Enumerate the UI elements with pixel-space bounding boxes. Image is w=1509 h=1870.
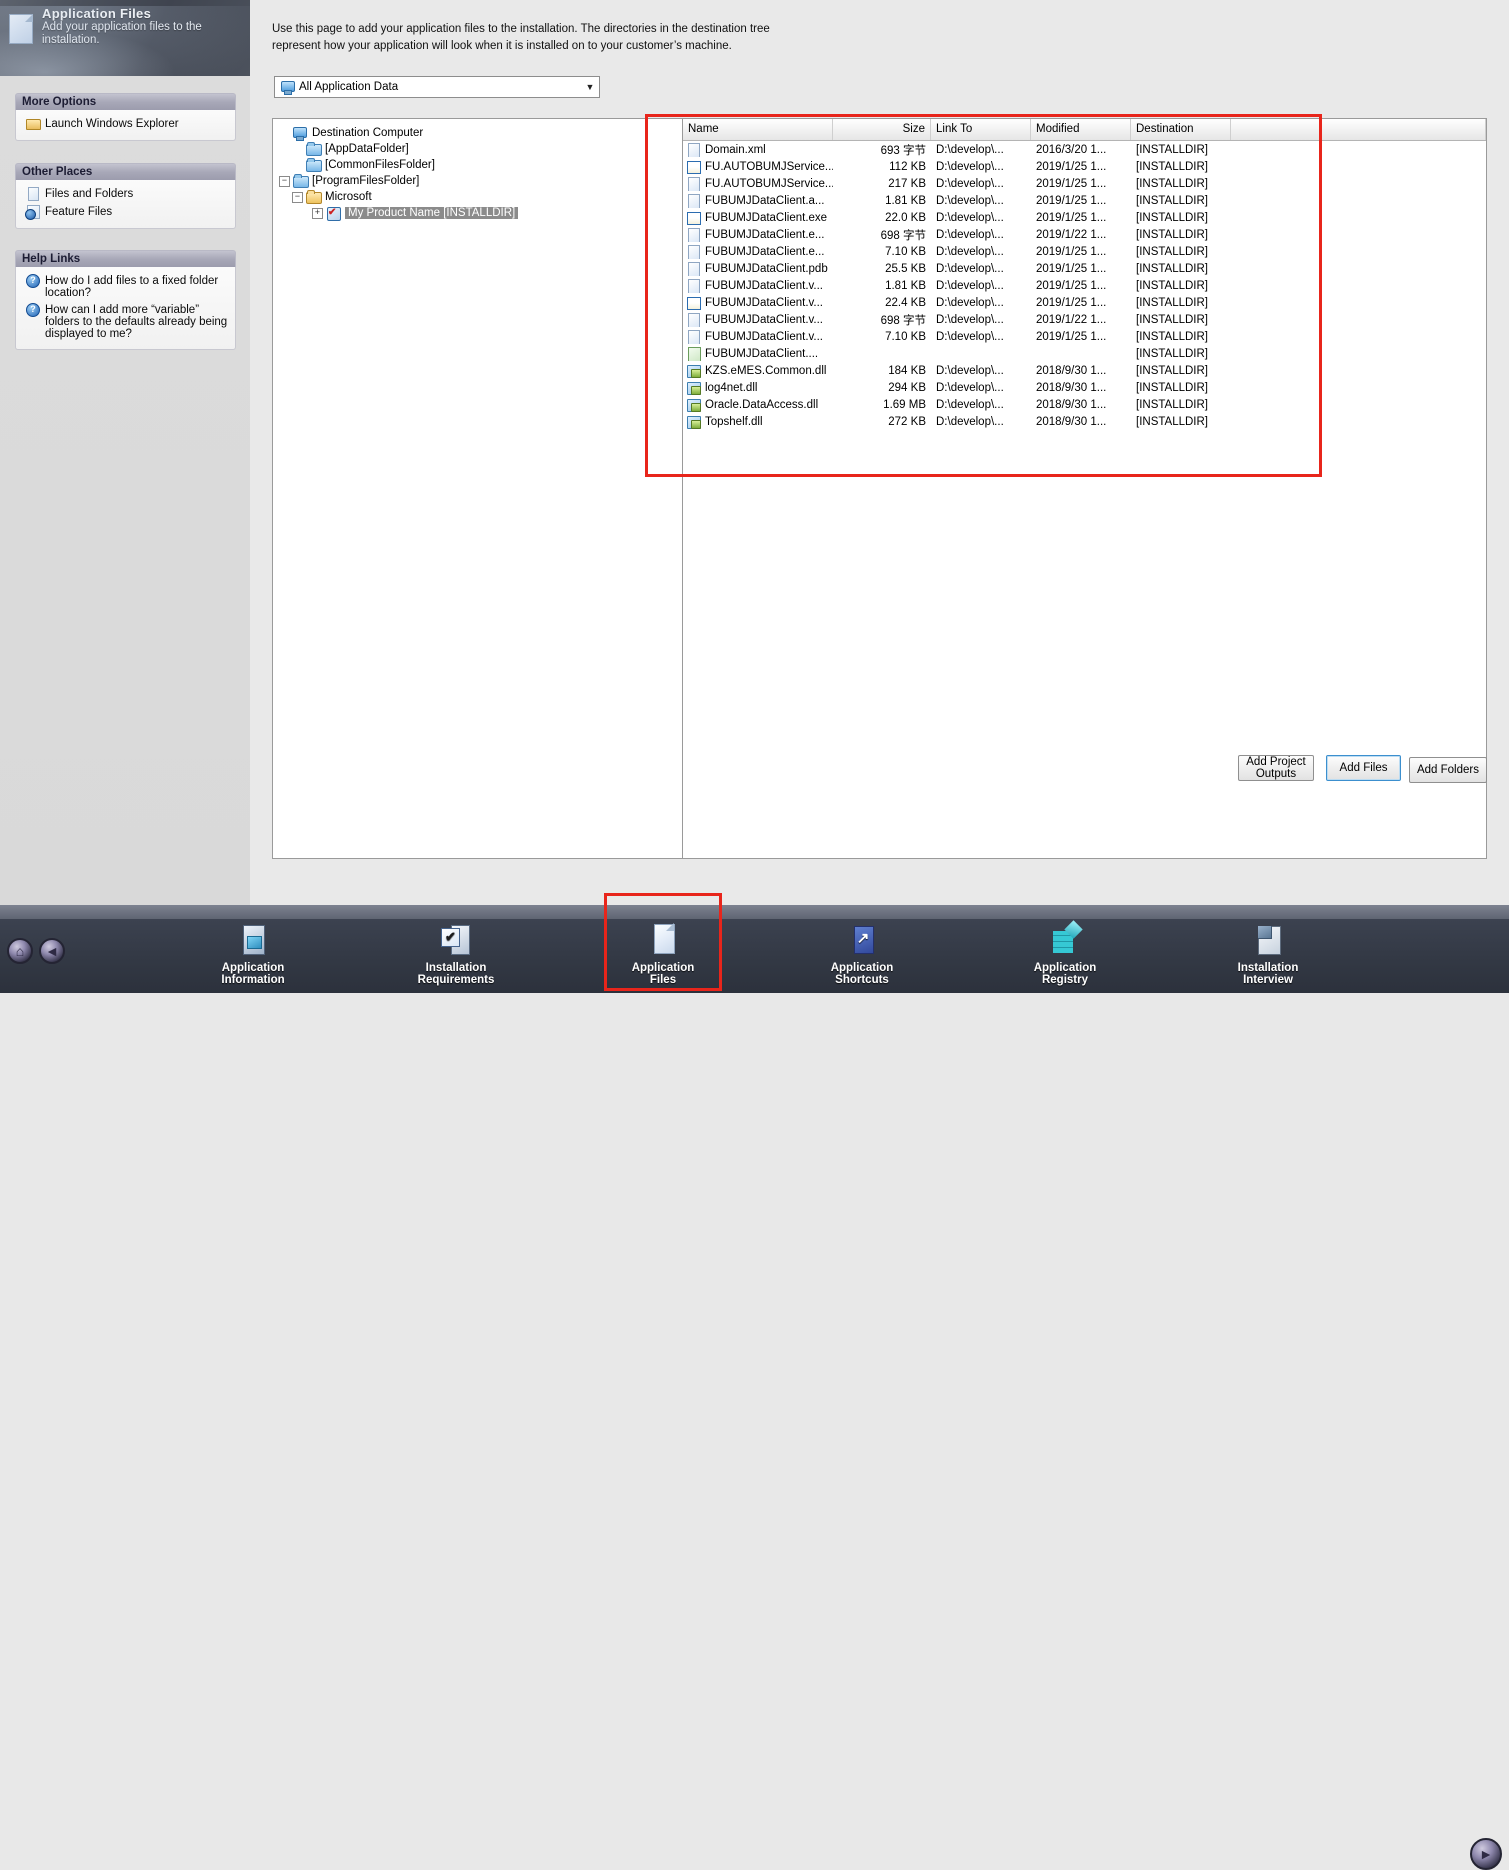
panel-body-other-places: Files and Folders Feature Files <box>15 180 236 229</box>
back-arrow-icon: ◄ <box>45 943 59 959</box>
panel-other-places: Other Places Files and Folders Feature F… <box>15 163 236 229</box>
installation-requirements-icon <box>439 923 473 957</box>
computer-icon <box>280 80 295 95</box>
panel-body-help-links: How do I add files to a fixed folder loc… <box>15 267 236 350</box>
expander-icon <box>279 128 290 139</box>
page-document-icon <box>9 14 33 44</box>
help-link-label: How do I add files to a fixed folder loc… <box>45 275 219 299</box>
sidebar-item-launch-windows-explorer[interactable]: Launch Windows Explorer <box>21 115 230 133</box>
tree-node-label: [ProgramFilesFolder] <box>312 175 420 187</box>
nav-item-label: Application Information <box>221 962 285 986</box>
filter-selected-value: All Application Data <box>299 81 399 93</box>
expander-icon <box>292 144 303 155</box>
sidebar-item-label: Files and Folders <box>45 188 134 200</box>
sidebar-item-label: Launch Windows Explorer <box>45 118 179 130</box>
help-icon <box>25 274 42 288</box>
panel-title-help-links: Help Links <box>15 250 236 267</box>
application-information-icon <box>236 923 270 957</box>
nav-item-label: Installation Interview <box>1237 962 1299 986</box>
collapse-expander-icon[interactable]: − <box>292 191 303 203</box>
nav-item-installation-interview[interactable]: Installation Interview <box>1200 919 1336 993</box>
sidebar-item-label: Feature Files <box>45 206 113 218</box>
tree-node-microsoft[interactable]: − Microsoft <box>292 189 683 205</box>
collapse-expander-icon[interactable]: − <box>279 175 290 187</box>
application-files-nav-highlight-annotation <box>604 893 722 991</box>
nav-item-application-information[interactable]: Application Information <box>185 919 321 993</box>
feature-box-icon <box>325 206 342 221</box>
tree-node-label: Microsoft <box>325 191 372 203</box>
home-button[interactable]: ⌂ <box>7 938 33 964</box>
sidebar-item-files-and-folders[interactable]: Files and Folders <box>21 185 230 203</box>
wizard-navigation-bar: ⌂ ◄ Application Information Installation… <box>0 905 1509 1870</box>
page-header-banner: Application Files Add your application f… <box>0 0 250 76</box>
installation-interview-icon <box>1251 923 1285 957</box>
nav-item-label: Application Shortcuts <box>830 962 894 986</box>
back-button[interactable]: ◄ <box>39 938 65 964</box>
panel-more-options: More Options Launch Windows Explorer <box>15 93 236 141</box>
next-button[interactable]: ► <box>1470 1838 1502 1870</box>
nav-item-label: Installation Requirements <box>417 962 495 986</box>
tree-node-destination-computer[interactable]: Destination Computer <box>279 125 683 141</box>
add-folders-button[interactable]: Add Folders <box>1409 757 1487 783</box>
folder-blue-icon <box>305 158 322 172</box>
add-files-button[interactable]: Add Files <box>1326 755 1401 781</box>
nav-item-application-registry[interactable]: Application Registry <box>997 919 1133 993</box>
application-shortcuts-icon <box>845 923 879 957</box>
nav-item-label: Application Registry <box>1033 962 1097 986</box>
panel-help-links: Help Links How do I add files to a fixed… <box>15 250 236 350</box>
page-instructions: Use this page to add your application fi… <box>272 23 770 52</box>
file-list-highlight-annotation <box>645 114 1322 477</box>
page-subtitle: Add your application files to the instal… <box>42 21 202 46</box>
tree-node-label: [AppDataFolder] <box>325 143 409 155</box>
page-title: Application Files <box>42 6 152 21</box>
tree-node-label: [CommonFilesFolder] <box>325 159 435 171</box>
tree-node-commonfilesfolder[interactable]: [CommonFilesFolder] <box>292 157 683 173</box>
folder-blue-icon <box>305 142 322 156</box>
nav-item-installation-requirements[interactable]: Installation Requirements <box>388 919 524 993</box>
tree-node-programfilesfolder[interactable]: − [ProgramFilesFolder] <box>279 173 683 189</box>
panel-body-more-options: Launch Windows Explorer <box>15 110 236 141</box>
tree-node-appdatafolder[interactable]: [AppDataFolder] <box>292 141 683 157</box>
computer-icon <box>292 126 309 141</box>
help-link-variable-folders[interactable]: How can I add more “variable” folders to… <box>21 301 230 342</box>
tree-node-my-product-name[interactable]: + My Product Name [INSTALLDIR] <box>312 205 683 221</box>
chevron-down-icon[interactable]: ▼ <box>581 82 599 92</box>
nav-item-application-shortcuts[interactable]: Application Shortcuts <box>794 919 930 993</box>
help-link-fixed-folder-location[interactable]: How do I add files to a fixed folder loc… <box>21 272 230 301</box>
tree-node-label: Destination Computer <box>312 127 424 139</box>
next-arrow-icon: ► <box>1479 1846 1493 1862</box>
help-link-label: How can I add more “variable” folders to… <box>45 304 228 340</box>
expander-icon <box>292 160 303 171</box>
add-project-outputs-button[interactable]: Add Project Outputs <box>1238 755 1314 781</box>
panel-title-more-options: More Options <box>15 93 236 110</box>
destination-tree-pane[interactable]: Destination Computer [AppDataFolder] [Co… <box>272 118 684 859</box>
expand-expander-icon[interactable]: + <box>312 207 323 219</box>
folder-open-icon <box>25 117 42 131</box>
panel-title-other-places: Other Places <box>15 163 236 180</box>
destination-tree: Destination Computer [AppDataFolder] [Co… <box>273 119 683 221</box>
application-registry-icon <box>1048 923 1082 957</box>
application-data-filter-dropdown[interactable]: All Application Data ▼ <box>274 76 600 98</box>
folder-yellow-icon <box>305 190 322 204</box>
help-icon <box>25 303 42 317</box>
folder-blue-icon <box>292 174 309 188</box>
home-icon: ⌂ <box>15 943 25 959</box>
left-sidebar: Application Files Add your application f… <box>0 0 250 905</box>
sidebar-item-feature-files[interactable]: Feature Files <box>21 203 230 221</box>
feature-icon <box>25 205 42 220</box>
tree-node-label-selected: My Product Name [INSTALLDIR] <box>345 207 519 219</box>
document-icon <box>25 187 42 201</box>
